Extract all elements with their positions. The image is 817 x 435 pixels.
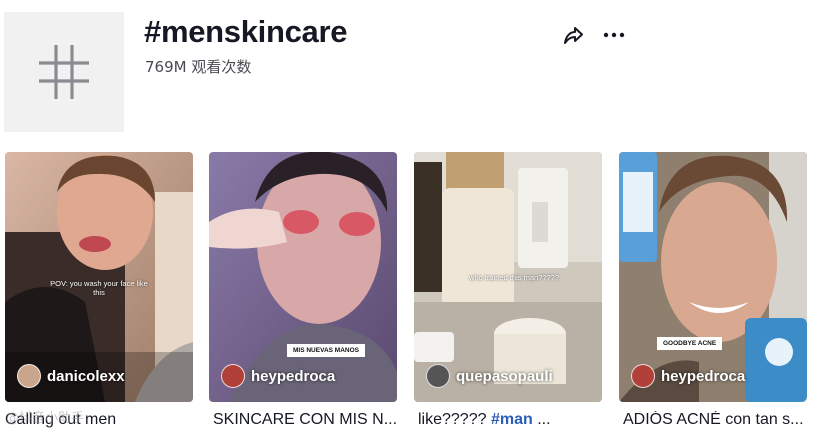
page-title: #menskincare [144, 14, 348, 49]
video-author[interactable]: heypedroca [631, 364, 745, 388]
more-options-button[interactable] [601, 22, 627, 48]
watermark: @抖音小助手 [6, 411, 85, 426]
author-name: heypedroca [251, 367, 336, 385]
more-dots-icon [603, 32, 625, 38]
video-overlay-sticker: MIS NUEVAS MANOS [287, 344, 365, 357]
hashtag-thumbnail [4, 12, 124, 132]
view-count: 769M 观看次数 [145, 58, 252, 76]
video-card[interactable]: GOODBYE ACNE heypedroca [619, 152, 807, 402]
video-overlay-text: who trained this man????? [468, 273, 560, 282]
video-overlay-text: POV: you wash your face like this [50, 279, 148, 298]
video-caption[interactable]: ADIÓS ACNÉ con tan s... [623, 411, 811, 429]
video-caption[interactable]: SKINCARE CON MIS N... [213, 411, 401, 429]
video-author[interactable]: heypedroca [221, 364, 335, 388]
avatar [17, 364, 41, 388]
caption-ellipsis: ... [532, 411, 551, 428]
video-caption[interactable]: like????? #man ... [418, 411, 606, 429]
video-card[interactable]: POV: you wash your face like this danico… [5, 152, 193, 402]
video-author[interactable]: danicolexx [17, 364, 125, 388]
caption-text: like????? [418, 411, 487, 428]
share-button[interactable] [560, 22, 586, 48]
author-name: heypedroca [661, 367, 746, 385]
video-card[interactable]: MIS NUEVAS MANOS heypedroca [209, 152, 397, 402]
avatar [631, 364, 655, 388]
author-name: danicolexx [47, 367, 125, 385]
author-name: quepasopauli [456, 367, 553, 385]
avatar [221, 364, 245, 388]
video-overlay-sticker: GOODBYE ACNE [657, 337, 723, 350]
video-card[interactable]: who trained this man????? quepasopauli [414, 152, 602, 402]
video-author[interactable]: quepasopauli [426, 364, 553, 388]
share-arrow-icon [564, 27, 583, 44]
hashtag-icon [39, 45, 89, 99]
caption-hashtag-link[interactable]: #man [491, 411, 533, 428]
avatar [426, 364, 450, 388]
